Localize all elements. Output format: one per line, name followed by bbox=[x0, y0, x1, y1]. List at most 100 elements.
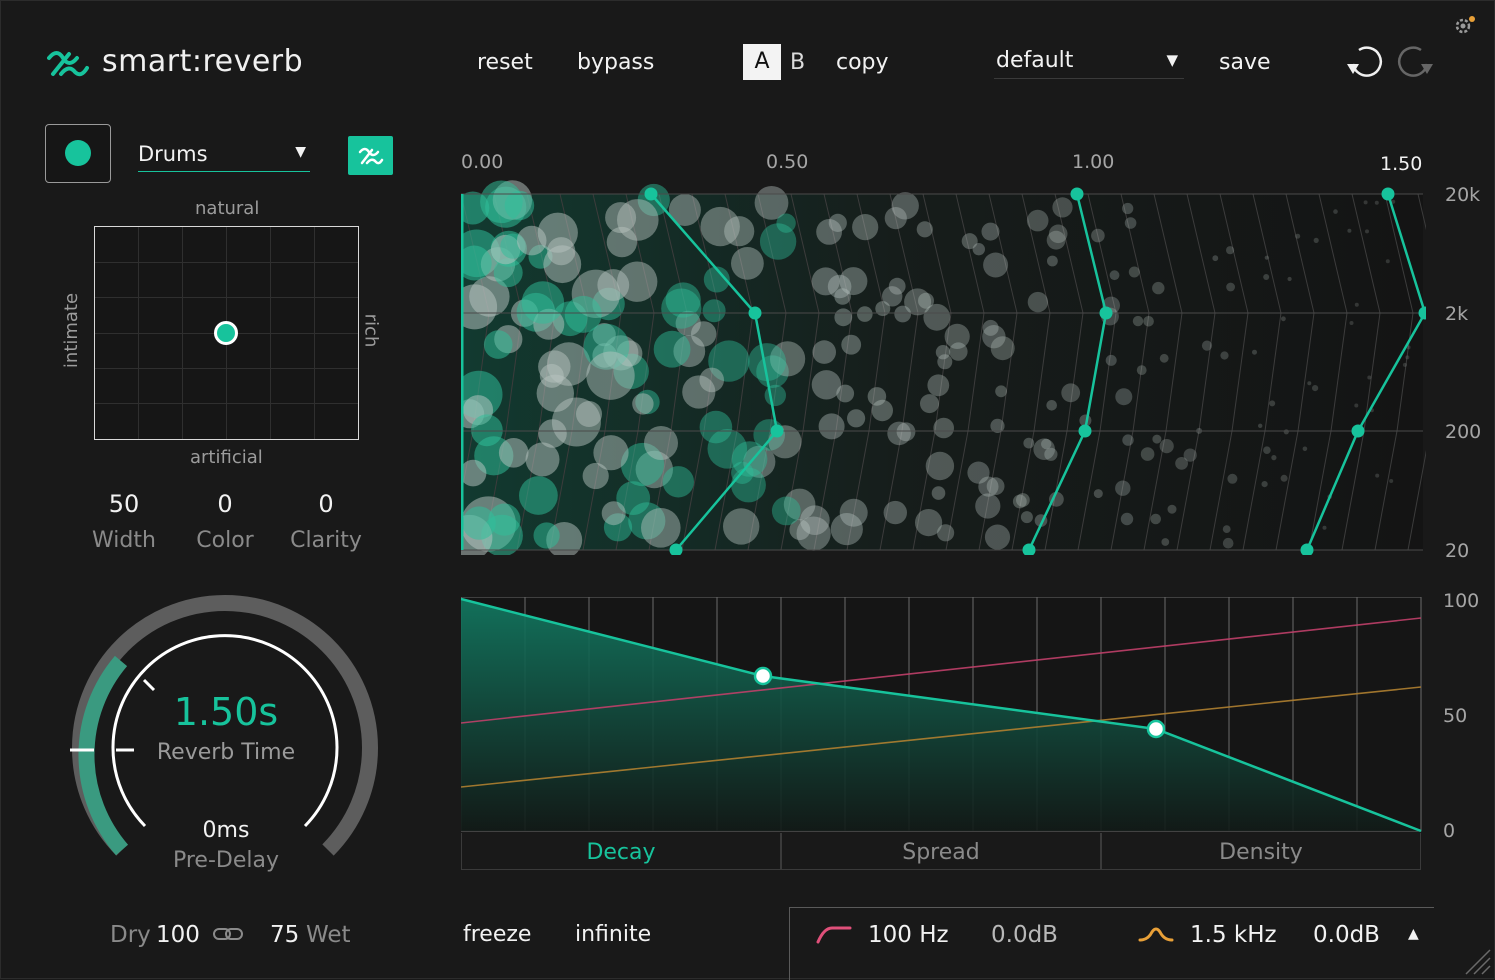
freq-axis-label: 20k bbox=[1445, 184, 1481, 206]
resize-handle-icon[interactable] bbox=[1462, 946, 1492, 976]
copy-button[interactable]: copy bbox=[836, 50, 889, 75]
reflection-bubble bbox=[1302, 446, 1308, 452]
ab-a-button[interactable]: A bbox=[743, 44, 781, 80]
link-icon[interactable] bbox=[213, 926, 243, 942]
reflection-bubble bbox=[771, 496, 801, 526]
reflection-bubble bbox=[1167, 504, 1177, 514]
logo-icon bbox=[47, 51, 89, 77]
reset-button[interactable]: reset bbox=[477, 50, 533, 75]
reflection-bubble bbox=[707, 429, 748, 469]
reflection-bubble bbox=[776, 213, 796, 233]
grid-line bbox=[95, 262, 358, 263]
reflection-bubble bbox=[944, 323, 970, 349]
tab-density[interactable]: Density bbox=[1101, 833, 1421, 870]
chevron-up-icon[interactable]: ▲ bbox=[1408, 926, 1419, 942]
reflection-bubble bbox=[931, 486, 946, 500]
envelope-handle[interactable] bbox=[1146, 719, 1166, 739]
reflection-bubble bbox=[699, 367, 724, 393]
predelay-value[interactable]: 0ms bbox=[126, 818, 326, 843]
learn-button[interactable] bbox=[45, 124, 111, 183]
gear-icon[interactable] bbox=[1453, 14, 1477, 38]
smart-mode-button[interactable] bbox=[348, 136, 393, 175]
grid-line bbox=[95, 403, 358, 404]
reflection-bubble bbox=[1020, 511, 1033, 524]
freq-axis-label: 20 bbox=[1445, 540, 1470, 562]
time-axis-label: 1.00 bbox=[1072, 151, 1115, 173]
reflection-bubble bbox=[927, 374, 950, 397]
low-shelf-icon[interactable] bbox=[816, 924, 852, 944]
width-value[interactable]: 50 bbox=[74, 490, 174, 518]
reflection-bubble bbox=[1026, 209, 1049, 232]
clarity-value[interactable]: 0 bbox=[276, 490, 376, 518]
dry-value[interactable]: 100 bbox=[156, 922, 200, 948]
decay-handle[interactable] bbox=[1078, 424, 1092, 438]
color-value[interactable]: 0 bbox=[175, 490, 275, 518]
reflection-bubble bbox=[834, 288, 851, 305]
level-axis-label: 0 bbox=[1443, 820, 1456, 842]
envelope-handle[interactable] bbox=[753, 666, 773, 686]
decay-handle[interactable] bbox=[1099, 306, 1113, 320]
preset-dropdown[interactable]: default ▼ bbox=[994, 46, 1184, 79]
profile-dropdown[interactable]: Drums ▼ bbox=[138, 138, 310, 172]
ab-b-button[interactable]: B bbox=[790, 50, 805, 75]
high-bell-icon[interactable] bbox=[1138, 924, 1174, 944]
decay-handle[interactable] bbox=[1381, 187, 1395, 201]
pad-label-top: natural bbox=[195, 198, 260, 219]
time-axis-label: 1.50 bbox=[1380, 153, 1423, 175]
decay-handle[interactable] bbox=[770, 424, 784, 438]
decay-handle[interactable] bbox=[1351, 424, 1365, 438]
low-gain-value[interactable]: 0.0dB bbox=[991, 922, 1058, 948]
reflection-bubble bbox=[1365, 229, 1369, 234]
bypass-button[interactable]: bypass bbox=[577, 50, 654, 75]
infinite-button[interactable]: infinite bbox=[575, 922, 651, 947]
reflection-bubble bbox=[1375, 473, 1380, 478]
low-freq-value[interactable]: 100 Hz bbox=[868, 922, 949, 948]
reflection-bubble bbox=[1012, 494, 1027, 509]
reflection-bubble bbox=[691, 321, 717, 347]
reflection-bubble bbox=[800, 505, 830, 535]
reflection-bubble bbox=[543, 245, 582, 284]
envelope-tabs: Decay Spread Density bbox=[461, 833, 1421, 871]
reflection-bubble bbox=[1222, 525, 1231, 533]
reflection-bubble bbox=[984, 524, 1011, 550]
decay-handle[interactable] bbox=[748, 306, 762, 320]
reflection-bubble bbox=[983, 252, 1009, 278]
pad-label-bottom: artificial bbox=[190, 447, 263, 468]
save-button[interactable]: save bbox=[1219, 50, 1271, 75]
high-gain-value[interactable]: 0.0dB bbox=[1313, 922, 1380, 948]
decay-handle[interactable] bbox=[1070, 187, 1084, 201]
reflection-bubble bbox=[551, 397, 601, 447]
reflection-bubble bbox=[1281, 316, 1286, 322]
redo-icon[interactable] bbox=[1393, 44, 1437, 80]
tab-decay[interactable]: Decay bbox=[461, 833, 781, 870]
reflection-bubble bbox=[995, 385, 1007, 398]
wet-label: Wet bbox=[306, 922, 351, 948]
xy-pad-handle[interactable] bbox=[214, 321, 238, 345]
reflection-bubble bbox=[1347, 228, 1352, 233]
envelope-editor[interactable] bbox=[461, 597, 1423, 833]
reflection-bubble bbox=[1140, 447, 1155, 461]
reflection-bubble bbox=[830, 513, 863, 546]
high-freq-value[interactable]: 1.5 kHz bbox=[1190, 922, 1277, 948]
reflection-bubble bbox=[1023, 437, 1035, 449]
reflection-bubble bbox=[525, 442, 560, 477]
freeze-button[interactable]: freeze bbox=[463, 922, 531, 947]
reflection-bubble bbox=[1385, 259, 1390, 264]
reflection-bubble bbox=[1047, 255, 1058, 267]
reflection-bubble bbox=[586, 351, 635, 400]
decay-handle[interactable] bbox=[644, 187, 658, 201]
wet-value[interactable]: 75 bbox=[270, 922, 299, 948]
reflection-bubble bbox=[812, 340, 836, 364]
reflection-bubble bbox=[1226, 282, 1235, 292]
reflection-bubble bbox=[1046, 230, 1066, 250]
profile-value: Drums bbox=[138, 142, 208, 166]
undo-icon[interactable] bbox=[1343, 44, 1387, 80]
reflection-bubble bbox=[533, 522, 560, 549]
reverb-time-value[interactable]: 1.50s bbox=[126, 690, 326, 734]
tab-spread[interactable]: Spread bbox=[781, 833, 1101, 870]
character-xy-pad[interactable] bbox=[94, 226, 359, 440]
reverb-visualizer[interactable] bbox=[461, 180, 1426, 555]
reflection-bubble bbox=[818, 413, 845, 440]
reflection-bubble bbox=[1120, 512, 1134, 526]
chevron-down-icon: ▼ bbox=[1166, 51, 1178, 69]
